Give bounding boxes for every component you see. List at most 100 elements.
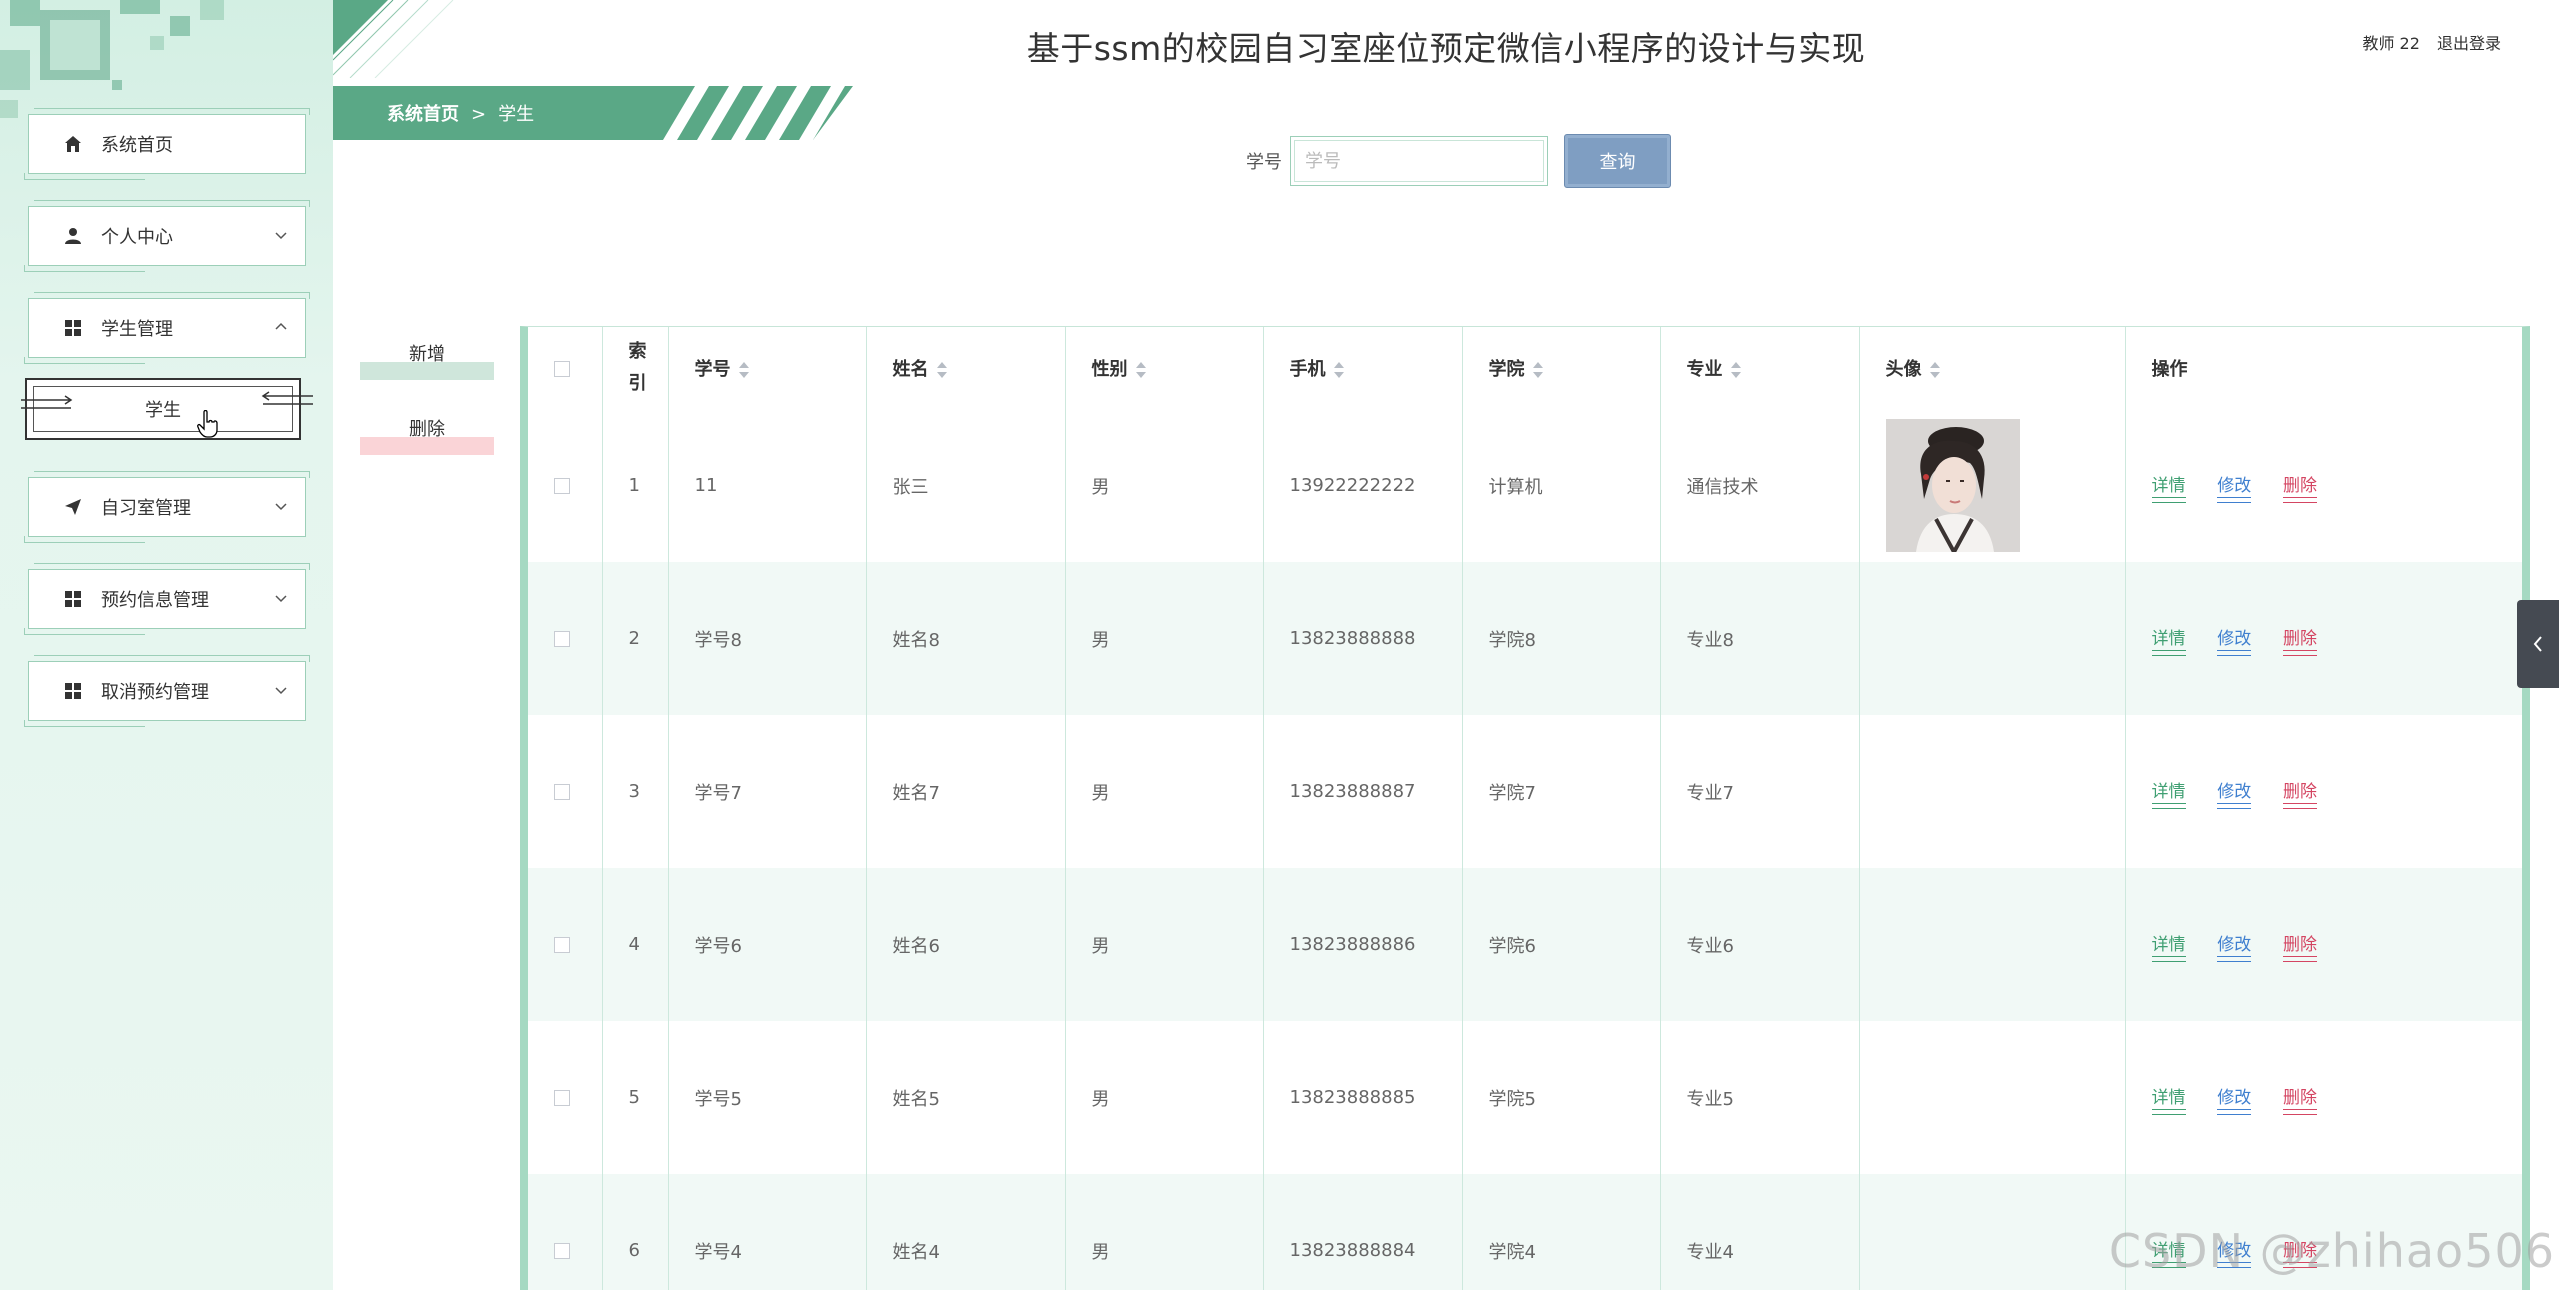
row-checkbox[interactable]: [554, 784, 570, 800]
sort-icon[interactable]: [1730, 362, 1741, 378]
arrow-right-icon: [21, 395, 73, 409]
cell-gender: 男: [1065, 409, 1264, 562]
sort-icon[interactable]: [1532, 362, 1543, 378]
send-icon: [63, 497, 83, 517]
sidebar-item-personal-center[interactable]: 个人中心: [24, 200, 310, 272]
sidebar-item-label: 个人中心: [101, 227, 173, 248]
header-select-all: [528, 327, 603, 409]
cell-college: 学院6: [1462, 868, 1661, 1021]
sidebar-item-study-room-management[interactable]: 自习室管理: [24, 471, 310, 543]
delete-button[interactable]: 删除: [360, 415, 494, 455]
header-label: 头像: [1885, 359, 1922, 380]
chevron-left-icon: [2533, 636, 2542, 652]
search-input[interactable]: [1294, 140, 1544, 182]
remove-link[interactable]: 删除: [2282, 624, 2317, 656]
sort-icon[interactable]: [1929, 362, 1940, 378]
search-input-frame: [1290, 136, 1548, 186]
header-label: 学院: [1488, 359, 1525, 380]
header-student-no[interactable]: 学号: [668, 327, 867, 409]
chevron-down-icon: [275, 687, 287, 695]
edit-link[interactable]: 修改: [2217, 1083, 2252, 1115]
cell-student-no: 11: [668, 409, 867, 562]
header-gender[interactable]: 性别: [1065, 327, 1264, 409]
table-header-row: 索引 学号 姓名 性别 手机 学院 专业 头像 操作: [528, 327, 2522, 409]
header-college[interactable]: 学院: [1462, 327, 1661, 409]
row-checkbox[interactable]: [554, 478, 570, 494]
cell-major: 专业8: [1660, 562, 1860, 715]
cell-major: 通信技术: [1660, 409, 1860, 562]
sort-icon[interactable]: [936, 362, 947, 378]
detail-link[interactable]: 详情: [2151, 1083, 2186, 1115]
cell-phone: 13823888885: [1263, 1021, 1463, 1174]
search-bar: 学号 查询: [1246, 134, 1671, 188]
cell-index: 3: [602, 715, 669, 868]
header-major[interactable]: 专业: [1660, 327, 1860, 409]
cell-select: [528, 409, 603, 562]
detail-link[interactable]: 详情: [2151, 471, 2186, 503]
cell-avatar: [1859, 562, 2126, 715]
add-button[interactable]: 新增: [360, 340, 494, 380]
cell-phone: 13823888886: [1263, 868, 1463, 1021]
cell-avatar: [1859, 715, 2126, 868]
cell-major: 专业7: [1660, 715, 1860, 868]
sidebar-item-home[interactable]: 系统首页: [24, 108, 310, 180]
sidebar-item-cancel-reservation-management[interactable]: 取消预约管理: [24, 655, 310, 727]
sort-icon[interactable]: [1333, 362, 1344, 378]
cell-gender: 男: [1065, 1174, 1264, 1290]
sidebar-item-label: 自习室管理: [101, 498, 191, 519]
header-name[interactable]: 姓名: [866, 327, 1066, 409]
sort-icon[interactable]: [1135, 362, 1146, 378]
row-checkbox[interactable]: [554, 1090, 570, 1106]
cell-name: 姓名8: [866, 562, 1066, 715]
breadcrumb-current: 学生: [498, 104, 535, 125]
cell-college: 学院4: [1462, 1174, 1661, 1290]
search-button[interactable]: 查询: [1564, 134, 1671, 188]
sidebar-subitem-student[interactable]: 学生: [21, 378, 313, 440]
cell-student-no: 学号8: [668, 562, 867, 715]
table-row: 3 学号7 姓名7 男 13823888887 学院7 专业7 详情 修改 删除: [528, 715, 2522, 868]
row-checkbox[interactable]: [554, 1243, 570, 1259]
grid-icon: [63, 318, 83, 338]
detail-link[interactable]: 详情: [2151, 930, 2186, 962]
header-avatar[interactable]: 头像: [1859, 327, 2126, 409]
cell-major: 专业4: [1660, 1174, 1860, 1290]
home-icon: [63, 134, 83, 154]
header-index: 索引: [602, 327, 669, 409]
row-checkbox[interactable]: [554, 937, 570, 953]
cell-ops: 详情 修改 删除: [2125, 868, 2522, 1021]
select-all-checkbox[interactable]: [554, 360, 570, 377]
cell-name: 姓名5: [866, 1021, 1066, 1174]
cell-avatar: [1859, 1174, 2126, 1290]
sidebar-item-student-management[interactable]: 学生管理: [24, 292, 310, 364]
logout-link[interactable]: 退出登录: [2437, 34, 2501, 53]
edit-link[interactable]: 修改: [2217, 930, 2252, 962]
sidebar-item-label: 取消预约管理: [101, 682, 209, 703]
cell-index: 5: [602, 1021, 669, 1174]
header-label: 性别: [1091, 359, 1128, 380]
remove-link[interactable]: 删除: [2282, 930, 2317, 962]
remove-link[interactable]: 删除: [2282, 1083, 2317, 1115]
sort-icon[interactable]: [738, 362, 749, 378]
cell-student-no: 学号4: [668, 1174, 867, 1290]
cell-student-no: 学号6: [668, 868, 867, 1021]
sidebar: 系统首页 个人中心 学生管理 学生 自习室管理 预约信息管理 取消预约管理: [0, 0, 333, 1290]
remove-link[interactable]: 删除: [2282, 471, 2317, 503]
header-phone[interactable]: 手机: [1263, 327, 1463, 409]
sidebar-subitem-label: 学生: [145, 400, 181, 421]
detail-link[interactable]: 详情: [2151, 624, 2186, 656]
header-label: 学号: [694, 359, 731, 380]
cell-phone: 13823888887: [1263, 715, 1463, 868]
chevron-down-icon: [275, 595, 287, 603]
breadcrumb-home[interactable]: 系统首页: [387, 104, 459, 125]
edit-link[interactable]: 修改: [2217, 471, 2252, 503]
edit-link[interactable]: 修改: [2217, 777, 2252, 809]
cell-name: 张三: [866, 409, 1066, 562]
collapse-panel-button[interactable]: [2517, 600, 2559, 688]
sidebar-item-reservation-management[interactable]: 预约信息管理: [24, 563, 310, 635]
detail-link[interactable]: 详情: [2151, 777, 2186, 809]
row-checkbox[interactable]: [554, 631, 570, 647]
cell-student-no: 学号7: [668, 715, 867, 868]
remove-link[interactable]: 删除: [2282, 777, 2317, 809]
edit-link[interactable]: 修改: [2217, 624, 2252, 656]
cell-select: [528, 715, 603, 868]
